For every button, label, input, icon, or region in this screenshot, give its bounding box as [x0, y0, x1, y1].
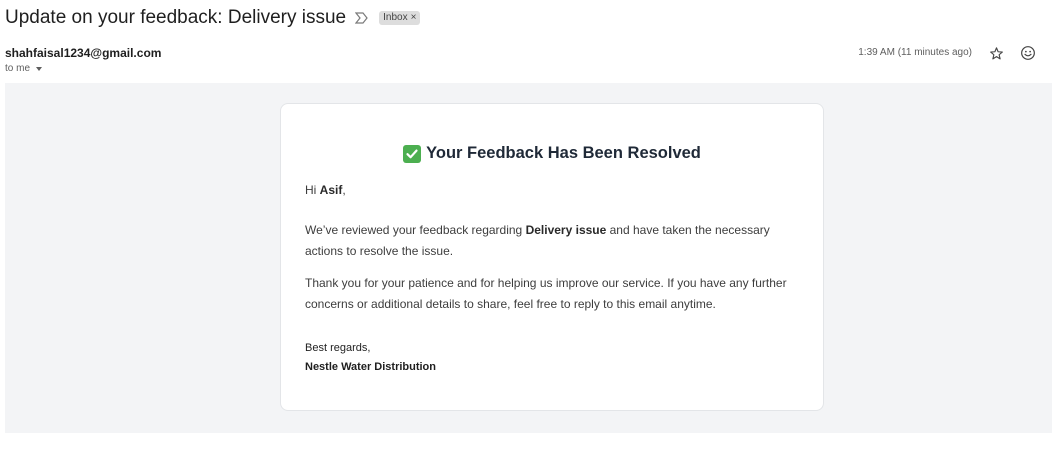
- check-mark-icon: [403, 144, 422, 163]
- paragraph-review-prefix: We’ve reviewed your feedback regarding: [305, 223, 526, 237]
- sender-email[interactable]: shahfaisal1234@gmail.com: [5, 46, 161, 60]
- greeting-prefix: Hi: [305, 183, 320, 197]
- paragraph-review-suffix: and have taken the necessary: [606, 223, 770, 237]
- recipient-name: Asif: [319, 183, 343, 197]
- star-button[interactable]: [987, 44, 1005, 62]
- paragraph-thanks-line2: concerns or additional details to share,…: [305, 297, 716, 311]
- inbox-label-chip[interactable]: Inbox ×: [379, 11, 421, 25]
- message-timestamp: 1:39 AM (11 minutes ago): [858, 47, 972, 58]
- feedback-topic: Delivery issue: [525, 223, 607, 237]
- company-name: Nestle Water Distribution: [305, 361, 436, 373]
- recipient-details-toggle[interactable]: to me: [5, 63, 43, 74]
- remove-label-icon[interactable]: ×: [411, 12, 417, 24]
- email-subject: Update on your feedback: Delivery issue: [5, 7, 347, 28]
- paragraph-thanks-line1: Thank you for your patience and for help…: [305, 276, 787, 290]
- email-title: Your Feedback Has Been Resolved: [281, 144, 823, 163]
- paragraph-thanks: Thank you for your patience and for help…: [305, 273, 801, 315]
- signoff: Best regards,: [305, 342, 371, 354]
- paragraph-review: We’ve reviewed your feedback regarding D…: [305, 220, 801, 262]
- greeting: Hi Asif,: [305, 180, 801, 201]
- star-icon: [989, 46, 1003, 59]
- paragraph-review-line2: actions to resolve the issue.: [305, 244, 454, 258]
- email-card: Your Feedback Has Been Resolved Hi Asif,…: [280, 103, 824, 411]
- importance-marker-icon[interactable]: [355, 11, 371, 25]
- subject-row: Update on your feedback: Delivery issue …: [5, 6, 421, 30]
- recipient-text: to me: [5, 63, 31, 74]
- chevron-down-icon: [36, 66, 43, 71]
- add-reaction-button[interactable]: [1019, 44, 1037, 62]
- email-title-text: Your Feedback Has Been Resolved: [426, 144, 701, 162]
- greeting-suffix: ,: [342, 183, 346, 197]
- emoji-react-icon: [1021, 46, 1035, 60]
- inbox-label-text: Inbox: [383, 12, 408, 23]
